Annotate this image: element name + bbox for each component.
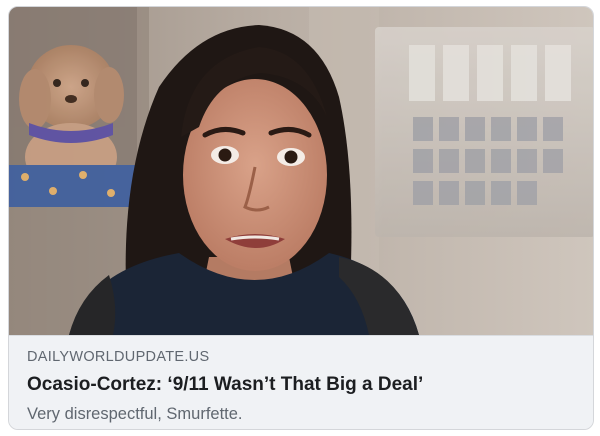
article-description: Very disrespectful, Smurfette.	[27, 405, 243, 423]
source-domain: DAILYWORLDUPDATE.US	[27, 349, 210, 365]
meet-the-press-sign	[375, 27, 593, 237]
link-preview-meta[interactable]: DAILYWORLDUPDATE.US Ocasio-Cortez: ‘9/11…	[9, 335, 593, 429]
article-thumbnail[interactable]	[9, 7, 594, 335]
dog-inset-image	[9, 7, 137, 207]
article-headline[interactable]: Ocasio-Cortez: ‘9/11 Wasn’t That Big a D…	[27, 373, 593, 397]
link-preview-card[interactable]: DAILYWORLDUPDATE.US Ocasio-Cortez: ‘9/11…	[8, 6, 594, 430]
